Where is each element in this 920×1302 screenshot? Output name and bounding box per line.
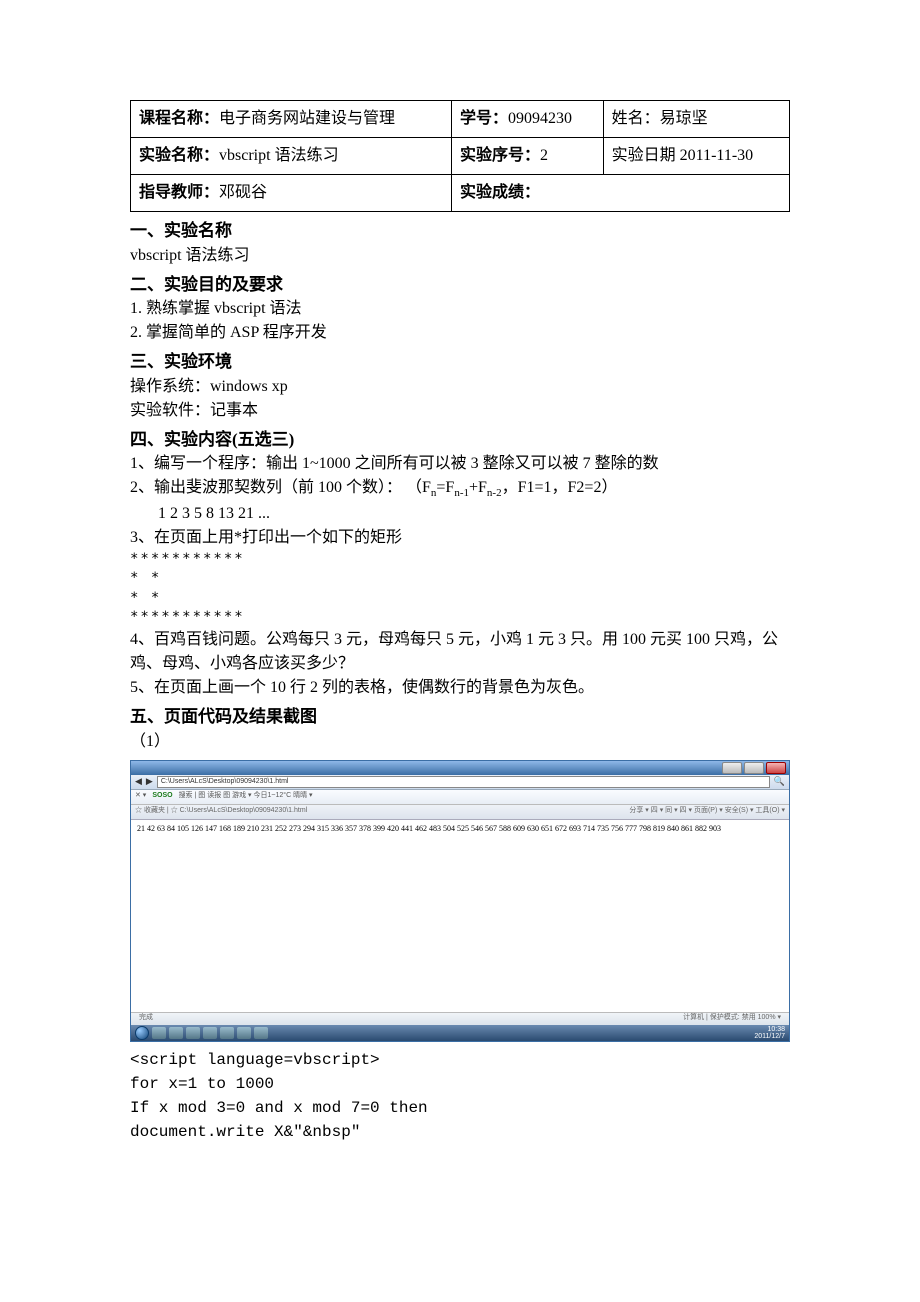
value: 电子商务网站建设与管理 (219, 110, 395, 127)
label: 姓名： (612, 110, 660, 127)
subsection-1: （1） (130, 730, 790, 754)
section-3-line-1: 操作系统：windows xp (130, 375, 790, 399)
cell-instructor: 指导教师：邓砚谷 (131, 175, 452, 212)
taskbar-item-icon (169, 1027, 183, 1039)
nav-back-icon: ◀ (135, 775, 142, 789)
taskbar-item-icon (186, 1027, 200, 1039)
ie-address-bar-row: ◀ ▶ C:\Users\ALcS\Desktop\09094230\1.htm… (131, 775, 789, 790)
close-icon (766, 762, 786, 774)
label: 实验名称： (139, 147, 219, 164)
ie-tabs-bar: ☆ 收藏夹 | ☆ C:\Users\ALcS\Desktop\09094230… (131, 805, 789, 820)
question-3: 3、在页面上用*打印出一个如下的矩形 (130, 526, 790, 550)
fibonacci-sequence: 1 2 3 5 8 13 21 ... (130, 502, 790, 526)
cell-score: 实验成绩： (451, 175, 789, 212)
taskbar-item-icon (237, 1027, 251, 1039)
code-line-4: document.write X&"&nbsp" (130, 1123, 360, 1141)
taskbar-item-icon (254, 1027, 268, 1039)
ie-screenshot: ◀ ▶ C:\Users\ALcS\Desktop\09094230\1.htm… (130, 760, 790, 1042)
taskbar-left (135, 1026, 268, 1040)
windows-taskbar: 10:38 2011/12/7 (131, 1025, 789, 1041)
subscript: n-1 (454, 487, 469, 499)
taskbar-item-icon (152, 1027, 166, 1039)
value: 2011-11-30 (680, 147, 753, 164)
taskbar-right: 10:38 2011/12/7 (754, 1026, 785, 1040)
taskbar-item-icon (220, 1027, 234, 1039)
taskbar-clock: 10:38 2011/12/7 (754, 1026, 785, 1040)
nav-forward-icon: ▶ (146, 775, 153, 789)
section-2-heading: 二、实验目的及要求 (130, 272, 790, 298)
ie-page-output: 21 42 63 84 105 126 147 168 189 210 231 … (131, 820, 789, 838)
star-row-top: *********** (130, 550, 790, 570)
taskbar-item-icon (203, 1027, 217, 1039)
address-bar: C:\Users\ALcS\Desktop\09094230\1.html (157, 776, 770, 788)
table-row: 实验名称：vbscript 语法练习 实验序号：2 实验日期 2011-11-3… (131, 138, 790, 175)
q2-part: ，F1=1，F2=2） (502, 479, 618, 496)
maximize-icon (744, 762, 764, 774)
question-4: 4、百鸡百钱问题。公鸡每只 3 元，母鸡每只 5 元，小鸡 1 元 3 只。用 … (130, 628, 790, 676)
section-3-heading: 三、实验环境 (130, 349, 790, 375)
section-2-line-1: 1. 熟练掌握 vbscript 语法 (130, 297, 790, 321)
label: 实验序号： (460, 147, 540, 164)
question-1: 1、编写一个程序：输出 1~1000 之间所有可以被 3 整除又可以被 7 整除… (130, 452, 790, 476)
code-line-2: for x=1 to 1000 (130, 1075, 274, 1093)
cell-student-id: 学号：09094230 (451, 101, 603, 138)
value: vbscript 语法练习 (219, 147, 339, 164)
q2-part: +F (469, 479, 487, 496)
clock-time: 10:38 (754, 1026, 785, 1033)
status-left: 完成 (139, 1013, 153, 1024)
table-row: 课程名称：电子商务网站建设与管理 学号：09094230 姓名：易琼坚 (131, 101, 790, 138)
search-icon: 🔍 (774, 775, 785, 789)
q2-part: 2、输出斐波那契数列（前 100 个数）： （F (130, 479, 431, 496)
section-5-heading: 五、页面代码及结果截图 (130, 704, 790, 730)
status-right: 计算机 | 保护模式: 禁用 100% ▾ (683, 1013, 781, 1024)
value: 邓砚谷 (219, 184, 267, 201)
star-row-mid: * * (130, 569, 790, 589)
soso-logo: SOSO (152, 791, 172, 802)
label: 课程名称： (139, 110, 219, 127)
section-1-body: vbscript 语法练习 (130, 244, 790, 268)
label: 指导教师： (139, 184, 219, 201)
star-row-mid: * * (130, 589, 790, 609)
star-row-bottom: *********** (130, 608, 790, 628)
question-5: 5、在页面上画一个 10 行 2 列的表格，使偶数行的背景色为灰色。 (130, 676, 790, 700)
q2-part: =F (436, 479, 454, 496)
section-1-heading: 一、实验名称 (130, 218, 790, 244)
value: 09094230 (508, 110, 572, 127)
value: 易琼坚 (660, 110, 708, 127)
favorites-label: ☆ 收藏夹 | ☆ C:\Users\ALcS\Desktop\09094230… (135, 806, 307, 817)
ie-status-bar: 完成 计算机 | 保护模式: 禁用 100% ▾ (131, 1012, 789, 1025)
cell-exp-name: 实验名称：vbscript 语法练习 (131, 138, 452, 175)
ie-search-toolbar: ✕ ▾ SOSO 搜索 | 图 读报 图 游戏 ▾ 今日1~12°C 晴晴 ▾ (131, 790, 789, 805)
code-line-3: If x mod 3=0 and x mod 7=0 then (130, 1099, 428, 1117)
section-3-line-2: 实验软件：记事本 (130, 399, 790, 423)
minimize-icon (722, 762, 742, 774)
table-row: 指导教师：邓砚谷 实验成绩： (131, 175, 790, 212)
dropdown-icon: ✕ ▾ (135, 791, 146, 802)
label: 实验成绩： (460, 184, 540, 201)
label: 实验日期 (612, 147, 680, 164)
value: 2 (540, 147, 548, 164)
info-table: 课程名称：电子商务网站建设与管理 学号：09094230 姓名：易琼坚 实验名称… (130, 100, 790, 212)
clock-date: 2011/12/7 (754, 1033, 785, 1040)
ie-titlebar (131, 761, 789, 775)
section-4-heading: 四、实验内容(五选三) (130, 427, 790, 453)
section-2-line-2: 2. 掌握简单的 ASP 程序开发 (130, 321, 790, 345)
cell-course: 课程名称：电子商务网站建设与管理 (131, 101, 452, 138)
code-line-1: <script language=vbscript> (130, 1051, 380, 1069)
cell-student-name: 姓名：易琼坚 (603, 101, 789, 138)
search-hints: 搜索 | 图 读报 图 游戏 ▾ 今日1~12°C 晴晴 ▾ (179, 791, 313, 802)
label: 学号： (460, 110, 508, 127)
cell-exp-date: 实验日期 2011-11-30 (603, 138, 789, 175)
cell-exp-number: 实验序号：2 (451, 138, 603, 175)
code-block: <script language=vbscript> for x=1 to 10… (130, 1048, 790, 1144)
page-tools: 分享 ▾ 四 ▾ 同 ▾ 四 ▾ 页面(P) ▾ 安全(S) ▾ 工具(O) ▾ (629, 806, 785, 817)
subscript: n-2 (487, 487, 502, 499)
start-orb-icon (135, 1026, 149, 1040)
question-2: 2、输出斐波那契数列（前 100 个数）： （Fn=Fn-1+Fn-2，F1=1… (130, 476, 790, 502)
